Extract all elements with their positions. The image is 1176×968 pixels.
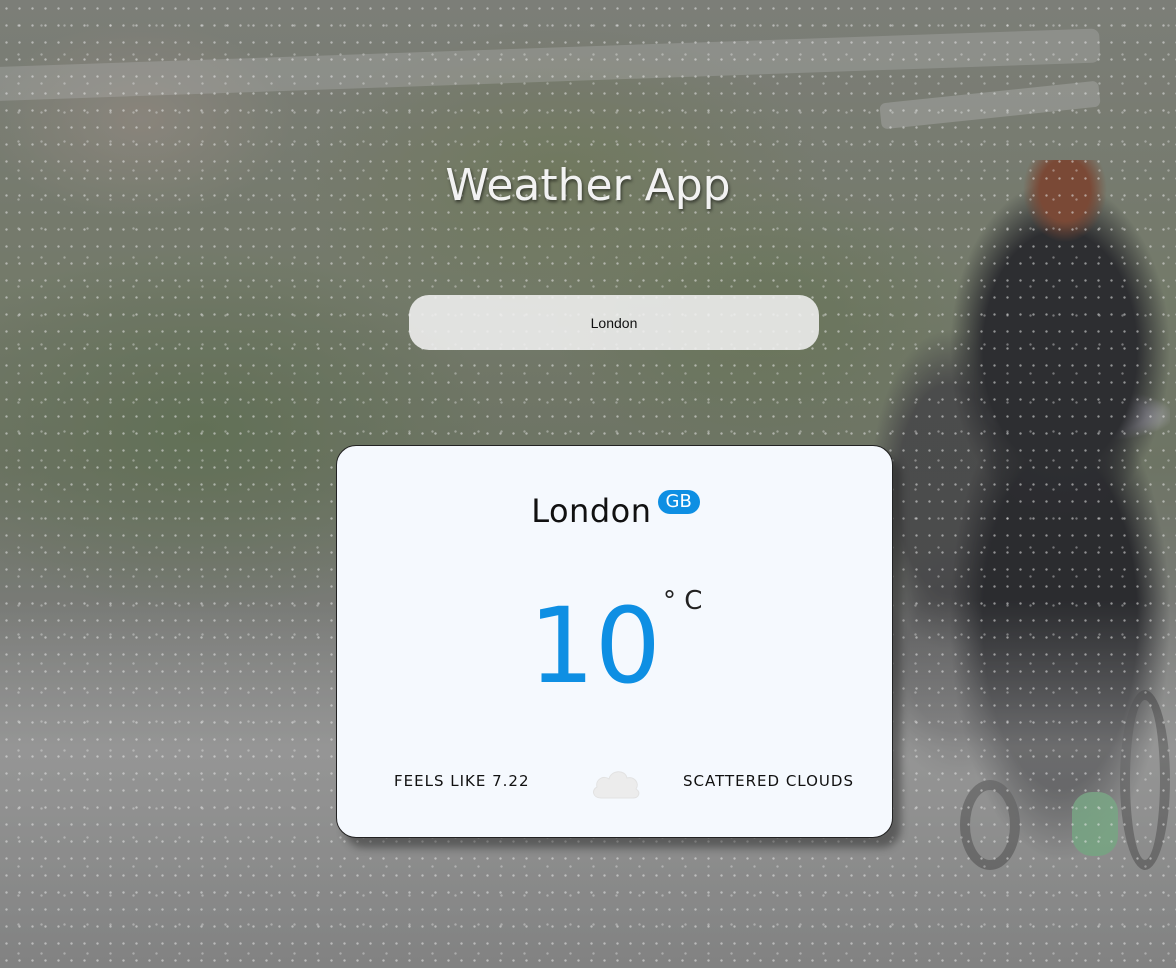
temperature-value: 10 (528, 585, 661, 707)
cloud-icon (593, 771, 640, 799)
weather-card: London GB 10° C FEELS LIKE 7.22 SCATTERED… (336, 445, 893, 838)
city-heading: London GB (337, 490, 894, 530)
city-search-input[interactable] (409, 295, 819, 350)
app-title: Weather App (445, 160, 731, 211)
temperature-display: 10° C (337, 586, 894, 706)
city-name: London (531, 492, 652, 530)
feels-like-text: FEELS LIKE 7.22 (394, 772, 530, 790)
weather-description: SCATTERED CLOUDS (682, 772, 854, 790)
country-badge: GB (657, 490, 700, 514)
temperature-unit: ° C (662, 586, 703, 616)
